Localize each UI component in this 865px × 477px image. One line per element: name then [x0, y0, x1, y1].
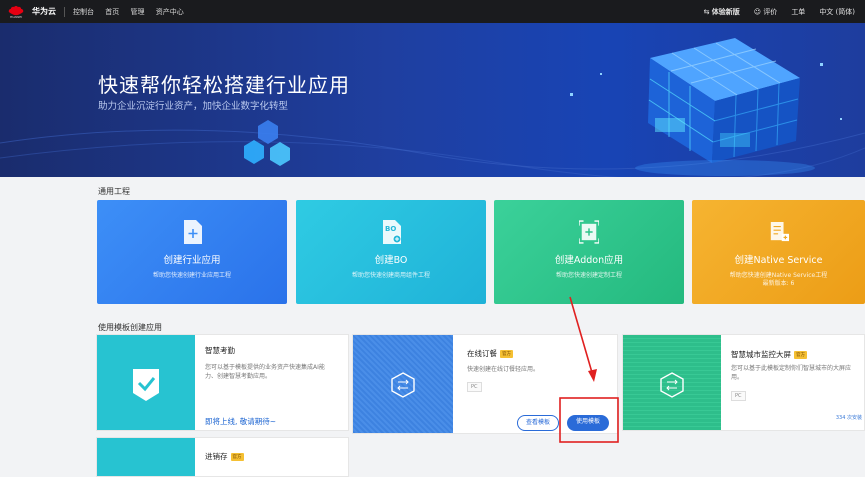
template-card-smart-attendance[interactable]: 智慧考勤 您可以基于模板提供的业务资产快速集成AI能 力、创建智慧考勤应用。 即… [96, 334, 349, 431]
hexagon-cluster-icon [244, 120, 290, 166]
template-desc: 快速创建在线订餐轻应用。 [467, 366, 540, 373]
nav-home[interactable]: 首页 [105, 8, 119, 16]
main-nav: 控制台 首页 管理 资产中心 [73, 7, 193, 17]
workorder-link[interactable]: 工单 [791, 7, 805, 17]
hero-subtitle: 助力企业沉淀行业资产，加快企业数字化转型 [98, 101, 289, 112]
language-switch[interactable]: 中文 (简体) [819, 7, 855, 17]
card-create-industry-app[interactable]: 创建行业应用 帮助您快速创建行业应用工程 [97, 200, 287, 304]
divider [64, 6, 65, 17]
view-template-button[interactable]: 查看模板 [517, 415, 559, 431]
platform-tag: PC [731, 391, 746, 401]
card-version: 最新版本: 6 [762, 280, 795, 287]
card-create-bo[interactable]: BO 创建BO 帮助您快速创建商用组件工程 [296, 200, 486, 304]
svg-text:BO: BO [385, 225, 396, 233]
card-desc: 帮助您快速创建定制工程 [555, 272, 622, 279]
section-template-title: 使用模板创建应用 [98, 323, 162, 332]
ordering-hexagon-icon [391, 372, 415, 398]
hero-title: 快速帮你轻松搭建行业应用 [98, 73, 350, 97]
template-thumbnail [97, 335, 195, 430]
document-plus-icon [184, 220, 202, 244]
section-general-title: 通用工程 [98, 187, 130, 196]
city-hexagon-icon [660, 372, 684, 398]
bo-document-icon: BO [383, 220, 401, 244]
template-title: 进销存 官方 [205, 452, 244, 461]
platform-tag: PC [467, 382, 482, 392]
template-desc: 您可以基于模板提供的业务资产快速集成AI能 力、创建智慧考勤应用。 [205, 364, 325, 380]
template-card-online-ordering[interactable]: 在线订餐 官方 快速创建在线订餐轻应用。 PC 查看模板 使用模板 [352, 334, 618, 434]
template-title: 智慧城市监控大屏 官方 [731, 350, 807, 359]
template-thumbnail [353, 335, 453, 433]
attendance-shield-icon [133, 369, 159, 401]
addon-frame-icon [579, 220, 599, 244]
template-card-smart-city-dashboard[interactable]: 智慧城市监控大屏 官方 您可以基于此模板定制你们智慧城市的大屏应 用。 PC 33… [622, 334, 865, 431]
card-desc: 帮助您快速创建行业应用工程 [152, 272, 231, 279]
use-template-button[interactable]: 使用模板 [567, 415, 609, 431]
native-service-icon [770, 222, 789, 242]
card-create-addon-app[interactable]: 创建Addon应用 帮助您快速创建定制工程 [494, 200, 684, 304]
official-badge: 官方 [794, 351, 807, 359]
feedback-link[interactable]: ☺ 评价 [754, 7, 778, 17]
template-title: 在线订餐 官方 [467, 349, 513, 358]
card-title: 创建BO [374, 255, 408, 266]
template-card-inventory[interactable]: 进销存 官方 [96, 437, 349, 477]
hero-banner: 快速帮你轻松搭建行业应用 助力企业沉淀行业资产，加快企业数字化转型 [0, 23, 865, 177]
official-badge: 官方 [230, 453, 244, 461]
experience-new-version[interactable]: ⇆ 体验新版 [704, 7, 740, 17]
data-cube-icon [635, 38, 815, 176]
nav-manage[interactable]: 管理 [130, 8, 144, 16]
card-title: 创建Addon应用 [554, 255, 624, 266]
official-badge: 官方 [500, 350, 513, 358]
install-count: 334 次安装 [835, 415, 862, 421]
switch-icon: ⇆ [703, 7, 710, 16]
nav-asset-center[interactable]: 资产中心 [156, 8, 184, 16]
coming-soon-link[interactable]: 即将上线, 敬请期待~ [205, 416, 276, 427]
card-title: 创建Native Service [734, 255, 823, 266]
template-title: 智慧考勤 [205, 346, 235, 355]
top-navigation-bar: HUAWEI 华为云 控制台 首页 管理 资产中心 ⇆ 体验新版 ☺ 评价 工单… [0, 0, 865, 23]
top-right-actions: ⇆ 体验新版 ☺ 评价 工单 中文 (简体) [690, 7, 855, 17]
huawei-logo[interactable]: HUAWEI [8, 5, 24, 19]
card-create-native-service[interactable]: 创建Native Service 帮助您快速创建Native Service工程… [692, 200, 865, 304]
template-thumbnail [623, 335, 721, 430]
brand-name[interactable]: 华为云 [32, 6, 56, 17]
card-desc: 帮助您快速创建商用组件工程 [351, 272, 430, 279]
template-desc: 您可以基于此模板定制你们智慧城市的大屏应 用。 [731, 365, 852, 381]
smiley-icon: ☺ [753, 7, 762, 16]
nav-console[interactable]: 控制台 [73, 8, 94, 16]
card-title: 创建行业应用 [163, 255, 221, 266]
template-thumbnail [97, 438, 195, 476]
